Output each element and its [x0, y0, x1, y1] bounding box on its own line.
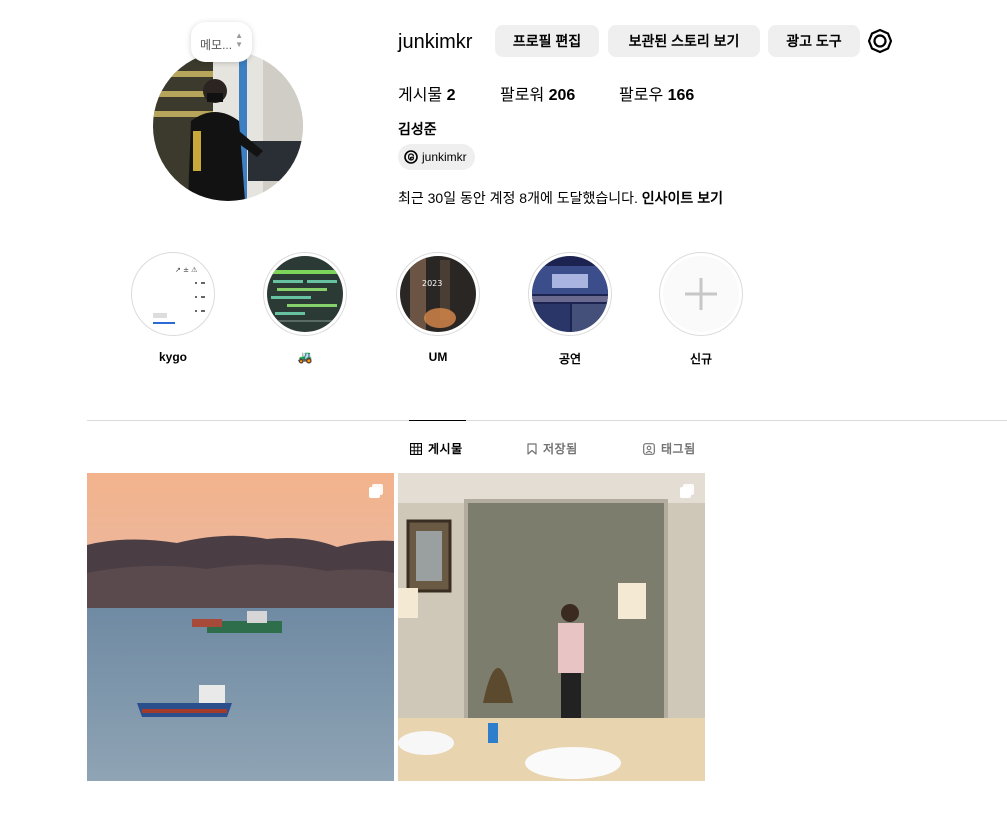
- multiple-photos-icon: [680, 484, 694, 498]
- plus-icon: [685, 278, 717, 310]
- followers-value: 206: [548, 87, 576, 104]
- highlight-concert[interactable]: [528, 252, 612, 336]
- active-tab-indicator: [409, 420, 466, 421]
- following-count[interactable]: 팔로우 166: [619, 81, 694, 105]
- insight-text: 최근 30일 동안 계정 8개에 도달했습니다.: [398, 190, 638, 206]
- tab-posts-label: 게시물: [428, 442, 463, 456]
- tag-person-icon: [643, 442, 655, 455]
- highlight-label-new: 신규: [689, 352, 713, 366]
- following-value: 166: [667, 87, 695, 104]
- tabs-divider: [87, 420, 1007, 421]
- followers-count[interactable]: 팔로워 206: [500, 81, 575, 105]
- svg-text:2023: 2023: [422, 279, 442, 288]
- bookmark-icon: [527, 442, 537, 455]
- note-bubble[interactable]: 메모... ▲ ▼: [191, 22, 252, 62]
- archived-stories-button[interactable]: 보관된 스토리 보기: [608, 25, 760, 57]
- followers-label: 팔로워: [500, 87, 545, 104]
- tab-tagged[interactable]: 태그됨: [643, 440, 696, 457]
- highlight-label-um: UM: [428, 350, 448, 364]
- post-tile-mirror[interactable]: [398, 473, 705, 781]
- highlight-tractor[interactable]: [263, 252, 347, 336]
- svg-text:↗ ± ⚠: ↗ ± ⚠: [175, 266, 198, 274]
- ad-tools-button[interactable]: 광고 도구: [768, 25, 860, 57]
- tab-saved[interactable]: 저장됨: [527, 440, 578, 457]
- tab-posts[interactable]: 게시물: [410, 440, 463, 457]
- posts-value: 2: [446, 87, 456, 104]
- threads-badge[interactable]: junkimkr: [398, 144, 475, 170]
- threads-icon: [404, 150, 418, 164]
- gear-icon[interactable]: [867, 28, 893, 54]
- multiple-photos-icon: [369, 484, 383, 498]
- profile-full-name: 김성준: [398, 121, 437, 137]
- highlight-um[interactable]: 2023: [396, 252, 480, 336]
- tab-saved-label: 저장됨: [543, 442, 578, 456]
- edit-profile-button[interactable]: 프로필 편집: [495, 25, 599, 57]
- threads-handle: junkimkr: [422, 150, 467, 164]
- note-placeholder: 메모...: [200, 38, 233, 52]
- profile-username: junkimkr: [398, 31, 473, 53]
- highlight-new[interactable]: [659, 252, 743, 336]
- highlight-label-kygo: kygo: [158, 350, 187, 364]
- posts-label: 게시물: [398, 87, 443, 104]
- insight-link[interactable]: 인사이트 보기: [642, 190, 723, 206]
- highlight-label-concert: 공연: [558, 352, 582, 366]
- following-label: 팔로우: [619, 87, 664, 104]
- profile-avatar[interactable]: [153, 51, 303, 201]
- note-spinner-icon: ▲ ▼: [235, 31, 243, 49]
- posts-count: 게시물 2: [398, 81, 456, 105]
- highlight-label-tractor: 🚜: [297, 350, 313, 364]
- insight-summary: 최근 30일 동안 계정 8개에 도달했습니다. 인사이트 보기: [398, 188, 723, 208]
- grid-icon: [410, 442, 422, 455]
- post-tile-ships[interactable]: [87, 473, 394, 781]
- tab-tagged-label: 태그됨: [661, 442, 696, 456]
- highlight-kygo[interactable]: ↗ ± ⚠: [131, 252, 215, 336]
